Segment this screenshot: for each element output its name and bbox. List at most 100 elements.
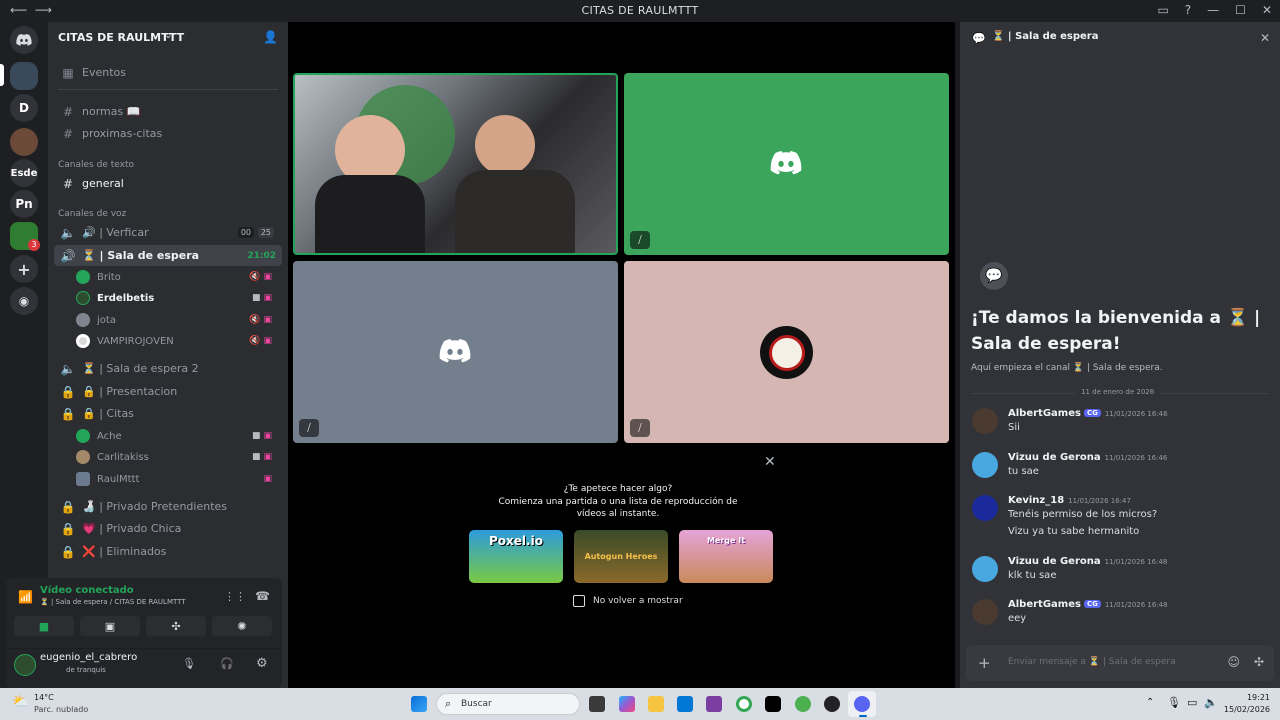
chat-welcome-icon: 💬 bbox=[980, 262, 1008, 290]
task-view-icon[interactable] bbox=[589, 696, 605, 712]
voice-citas[interactable]: 🔒 🔒 | Citas bbox=[54, 403, 282, 424]
voice-user[interactable]: jota 🔇 ▣ bbox=[76, 310, 276, 330]
events-item[interactable]: ▦ Eventos bbox=[54, 62, 282, 83]
active-pill bbox=[0, 64, 4, 86]
voice-user[interactable]: Erdelbetis ■ ▣ bbox=[76, 288, 276, 308]
discord-taskbar-item[interactable] bbox=[848, 691, 876, 717]
server-icon-active[interactable] bbox=[10, 62, 38, 90]
settings-gear-icon[interactable]: ⚙ bbox=[256, 656, 268, 671]
voice-panel: 📶 Vídeo conectado ⏳ | Sala de espera / C… bbox=[6, 578, 282, 688]
video-tile-green[interactable]: ⧸ bbox=[624, 73, 949, 255]
voice-user[interactable]: Carlitakiss ■ ▣ bbox=[76, 447, 276, 467]
taskbar-search[interactable]: ⌕ Buscar bbox=[436, 693, 580, 715]
noise-suppression-icon[interactable]: ⋮⋮ bbox=[224, 590, 246, 603]
message-author[interactable]: Kevinz_18 bbox=[1008, 495, 1064, 506]
game-card-poxel[interactable]: Poxel.io bbox=[469, 530, 563, 583]
voice-user[interactable]: Ache ■ ▣ bbox=[76, 426, 276, 446]
copilot-icon[interactable] bbox=[619, 696, 635, 712]
close-activity-icon[interactable]: ✕ bbox=[764, 454, 776, 470]
message-author[interactable]: AlbertGames bbox=[1008, 599, 1081, 610]
close-window-button[interactable]: ✕ bbox=[1262, 3, 1272, 17]
video-tile-gray[interactable]: ⧸ bbox=[293, 261, 618, 443]
invite-icon[interactable]: 👤 bbox=[263, 30, 278, 44]
video-tile-pink[interactable]: ⧸ bbox=[624, 261, 949, 443]
person-face bbox=[475, 115, 535, 175]
user-avatar[interactable] bbox=[14, 654, 36, 676]
voice-sala-de-espera[interactable]: 🔊 ⏳ | Sala de espera 21:02 bbox=[54, 245, 282, 266]
server-icon-esde[interactable]: Esde bbox=[10, 159, 38, 187]
close-panel-icon[interactable]: ✕ bbox=[1260, 31, 1270, 45]
game-card-merge[interactable]: Merge It bbox=[679, 530, 773, 583]
headphones-icon[interactable]: 🎧 bbox=[220, 657, 234, 670]
apps-icon[interactable]: ✣ bbox=[1254, 655, 1264, 669]
add-server-icon[interactable]: + bbox=[10, 255, 38, 283]
message-author[interactable]: Vizuu de Gerona bbox=[1008, 556, 1101, 567]
screen-share-button[interactable]: ▣ bbox=[80, 616, 140, 636]
chat-message[interactable]: Vizuu de Gerona 11/01/2026 16:46 tu sae bbox=[972, 452, 1272, 482]
camera-button[interactable]: ■ bbox=[14, 616, 74, 636]
inbox-icon[interactable]: ▭ bbox=[1157, 3, 1168, 17]
username[interactable]: eugenio_el_cabrero bbox=[40, 652, 137, 663]
emoji-icon[interactable]: ☺ bbox=[1227, 655, 1240, 669]
voice-user[interactable]: VAMPIROJOVEN 🔇 ▣ bbox=[76, 331, 276, 351]
server-icon-avatar[interactable] bbox=[10, 128, 38, 156]
message-input[interactable]: Enviar mensaje a ⏳ | Sala de espera bbox=[1008, 657, 1176, 667]
store-icon[interactable] bbox=[677, 696, 693, 712]
windows-start-icon[interactable] bbox=[411, 696, 427, 712]
voice-verficar[interactable]: 🔈 🔊 | Verficar 00 25 bbox=[54, 222, 282, 243]
voice-category[interactable]: Canales de voz bbox=[58, 209, 126, 219]
channel-proximas-citas[interactable]: # proximas-citas bbox=[54, 123, 282, 144]
minimize-button[interactable]: — bbox=[1207, 3, 1219, 17]
voice-user[interactable]: Brito 🔇 ▣ bbox=[76, 267, 276, 287]
chevron-down-icon[interactable]: ⌄ bbox=[164, 30, 172, 41]
microphone-icon[interactable]: 🎙 bbox=[182, 657, 196, 670]
chat-message[interactable]: Kevinz_18 11/01/2026 16:47 Tenéis permiso… bbox=[972, 495, 1272, 541]
channel-normas[interactable]: # normas 📖 bbox=[54, 101, 282, 122]
discover-icon[interactable]: ◉ bbox=[10, 287, 38, 315]
maximize-button[interactable]: ☐ bbox=[1235, 3, 1246, 17]
game-card-autogun[interactable]: Autogun Heroes bbox=[574, 530, 668, 583]
voice-presentacion[interactable]: 🔒 🔒 | Presentacion bbox=[54, 381, 282, 402]
clock-time[interactable]: 19:21 bbox=[1226, 693, 1270, 702]
file-explorer-icon[interactable] bbox=[648, 696, 664, 712]
activity-button[interactable]: ✣ bbox=[146, 616, 206, 636]
chrome-profile-icon[interactable] bbox=[795, 696, 811, 712]
message-author[interactable]: AlbertGames bbox=[1008, 408, 1081, 419]
voice-privado-pretendientes[interactable]: 🔒 🍶 | Privado Pretendientes bbox=[54, 496, 282, 517]
welcome-subtitle: Aquí empieza el canal ⏳ | Sala de espera… bbox=[971, 363, 1163, 373]
tray-volume-icon[interactable]: 🔈 bbox=[1204, 696, 1218, 709]
dont-show-checkbox[interactable] bbox=[573, 595, 585, 607]
voice-status-subtitle[interactable]: ⏳ | Sala de espera / CITAS DE RAULMTTT bbox=[40, 598, 186, 606]
voice-user[interactable]: RaulMttt ▣ bbox=[76, 469, 276, 489]
dont-show-label[interactable]: No volver a mostrar bbox=[593, 596, 683, 606]
message-author[interactable]: Vizuu de Gerona bbox=[1008, 452, 1101, 463]
tray-mic-icon[interactable]: 🎙 bbox=[1167, 696, 1181, 709]
channel-general[interactable]: # general bbox=[54, 173, 282, 194]
tray-network-icon[interactable]: ▭ bbox=[1187, 696, 1197, 709]
clock-date[interactable]: 15/02/2026 bbox=[1222, 705, 1270, 714]
server-icon-pn[interactable]: Pn bbox=[10, 190, 38, 218]
app-icon[interactable] bbox=[706, 696, 722, 712]
chat-message[interactable]: AlbertGames CG 11/01/2026 16:48 eey bbox=[972, 599, 1272, 629]
discord-home-icon[interactable] bbox=[10, 26, 38, 54]
disconnect-icon[interactable]: ☎ bbox=[255, 589, 270, 603]
add-attachment-icon[interactable]: + bbox=[978, 654, 991, 672]
video-tile-camera[interactable] bbox=[293, 73, 618, 255]
tiktok-icon[interactable] bbox=[765, 696, 781, 712]
voice-privado-chica[interactable]: 🔒 💗 | Privado Chica bbox=[54, 518, 282, 539]
text-category[interactable]: Canales de texto bbox=[58, 160, 134, 170]
voice-eliminados[interactable]: 🔒 ❌ | Eliminados bbox=[54, 541, 282, 562]
voice-sala-de-espera-2[interactable]: 🔈 ⏳ | Sala de espera 2 bbox=[54, 358, 282, 379]
soundboard-button[interactable]: ✺ bbox=[212, 616, 272, 636]
tray-chevron-icon[interactable]: ⌃ bbox=[1146, 697, 1154, 708]
voice-status-title[interactable]: Vídeo conectado bbox=[40, 585, 134, 596]
server-icon-d[interactable]: D bbox=[10, 94, 38, 122]
help-icon[interactable]: ? bbox=[1185, 3, 1191, 17]
app-icon-dark[interactable] bbox=[824, 696, 840, 712]
message-text: Tenéis permiso de los micros? bbox=[1008, 509, 1158, 520]
chrome-icon[interactable] bbox=[736, 696, 752, 712]
weather-desc[interactable]: Parc. nublado bbox=[34, 705, 88, 714]
chat-message[interactable]: Vizuu de Gerona 11/01/2026 16:48 klk tu s… bbox=[972, 556, 1272, 586]
weather-temp[interactable]: 14°C bbox=[34, 693, 54, 702]
chat-message[interactable]: AlbertGames CG 11/01/2026 16:46 Sii bbox=[972, 408, 1272, 438]
